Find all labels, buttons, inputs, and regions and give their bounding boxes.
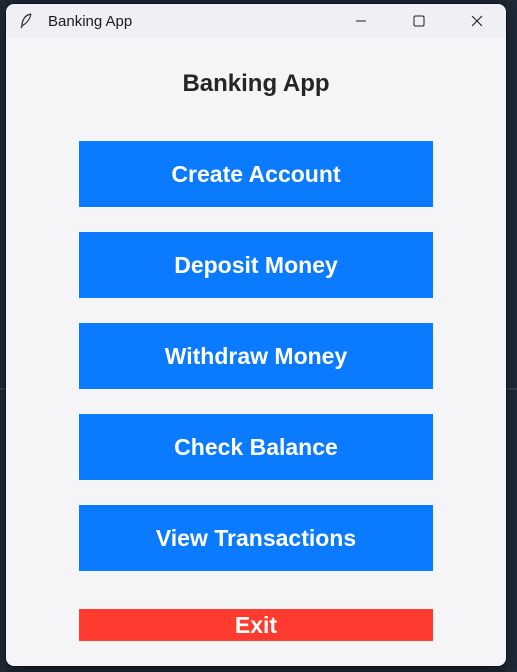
app-window: Banking App Banking App Create Account D… (6, 4, 506, 666)
view-transactions-button[interactable]: View Transactions (79, 505, 433, 571)
title-bar[interactable]: Banking App (6, 4, 506, 38)
page-title: Banking App (182, 70, 330, 97)
maximize-button[interactable] (390, 4, 448, 38)
withdraw-money-button[interactable]: Withdraw Money (79, 323, 433, 389)
deposit-money-button[interactable]: Deposit Money (79, 232, 433, 298)
create-account-button[interactable]: Create Account (79, 141, 433, 207)
exit-button[interactable]: Exit (79, 609, 433, 641)
window-controls (332, 4, 506, 38)
background-window-right (506, 0, 517, 672)
minimize-icon (355, 12, 367, 31)
maximize-icon (413, 12, 425, 31)
close-button[interactable] (448, 4, 506, 38)
close-icon (471, 12, 483, 31)
window-title: Banking App (48, 12, 133, 30)
feather-icon (18, 13, 34, 29)
minimize-button[interactable] (332, 4, 390, 38)
check-balance-button[interactable]: Check Balance (79, 414, 433, 480)
